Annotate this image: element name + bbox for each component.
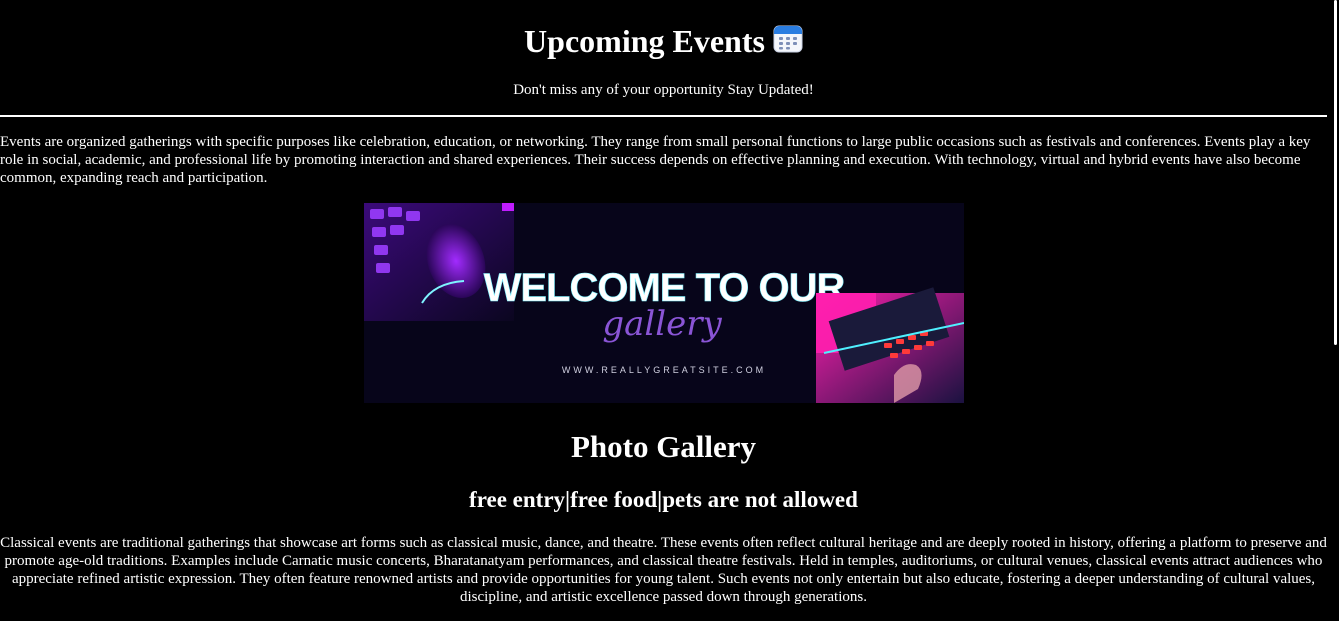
divider bbox=[0, 115, 1327, 117]
event-features: free entry|free food|pets are not allowe… bbox=[469, 487, 858, 512]
calendar-icon bbox=[773, 24, 803, 54]
banner-url: WWW.REALLYGREATSITE.COM bbox=[562, 365, 766, 375]
classical-events-paragraph: Classical events are traditional gatheri… bbox=[0, 535, 1327, 605]
intro-paragraph: Events are organized gatherings with spe… bbox=[0, 134, 1311, 186]
scrollbar[interactable] bbox=[1327, 0, 1339, 621]
page-subtitle: Don't miss any of your opportunity Stay … bbox=[513, 82, 814, 98]
scrollbar-thumb[interactable] bbox=[1334, 0, 1337, 345]
banner-script: gallery bbox=[602, 304, 722, 344]
page: Upcoming Events Don't miss any of your o… bbox=[0, 0, 1327, 621]
gallery-banner-image: WELCOME TO OUR gallery WWW.REALLYGREATSI… bbox=[364, 203, 964, 403]
photo-gallery-heading: Photo Gallery bbox=[570, 429, 757, 464]
page-title: Upcoming Events bbox=[524, 23, 765, 59]
title-row: Upcoming Events bbox=[0, 20, 1327, 62]
